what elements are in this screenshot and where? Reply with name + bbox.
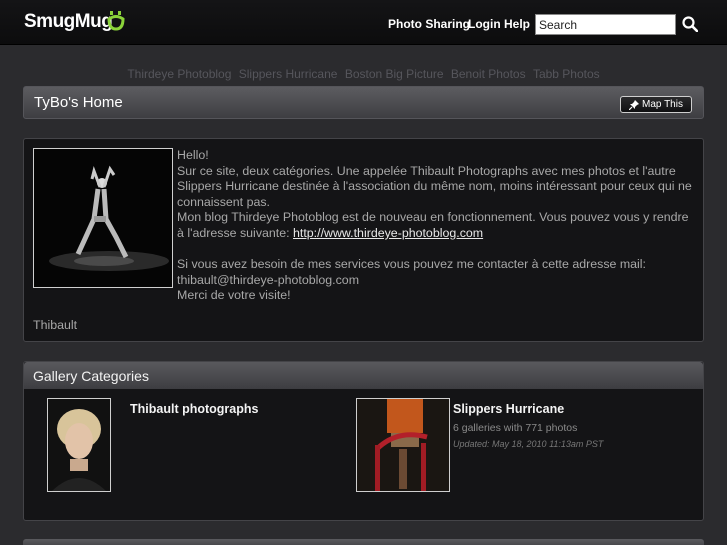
- nav-help[interactable]: Help: [504, 17, 530, 31]
- featured-links: Thirdeye Photoblog Slippers Hurricane Bo…: [0, 67, 727, 81]
- bio-line: Hello!: [177, 148, 209, 162]
- bio-panel: Hello! Sur ce site, deux catégories. Une…: [23, 138, 704, 342]
- link-benoit-photos[interactable]: Benoit Photos: [451, 67, 526, 81]
- category-updated: Updated: May 18, 2010 11:13am PST: [453, 439, 604, 449]
- thumb-thibault-photographs[interactable]: [47, 398, 111, 492]
- thumb-slippers-hurricane[interactable]: [356, 398, 450, 492]
- top-bar: SmugMug Photo Sharing Login Help: [0, 0, 727, 45]
- home-header: TyBo's Home Map This: [23, 86, 704, 119]
- page-title: TyBo's Home: [34, 94, 123, 111]
- category-count: 6 galleries with 771 photos: [453, 422, 578, 434]
- bio-line: Sur ce site, deux catégories. Une appelé…: [177, 163, 692, 209]
- slippers-photo: [357, 399, 449, 491]
- gallery-title: Gallery Categories: [33, 368, 149, 384]
- bio-text: Hello! Sur ce site, deux catégories. Une…: [177, 148, 697, 304]
- link-slippers-hurricane[interactable]: Slippers Hurricane: [239, 67, 338, 81]
- nav-login[interactable]: Login: [468, 17, 501, 31]
- bio-line: Merci de votre visite!: [177, 288, 291, 303]
- pin-icon: [629, 99, 640, 110]
- bio-line: Si vous avez besoin de mes services vous…: [177, 257, 647, 287]
- gallery-panel: Gallery Categories Thibault photographs …: [23, 361, 704, 521]
- category-thibault-photographs[interactable]: Thibault photographs: [130, 402, 258, 416]
- bio-line: Mon blog Thirdeye Photoblog est de nouve…: [177, 210, 689, 240]
- map-this-button[interactable]: Map This: [620, 96, 692, 113]
- portrait-photo: [48, 399, 110, 491]
- next-panel-header: [23, 539, 704, 545]
- blog-link[interactable]: http://www.thirdeye-photoblog.com: [293, 226, 483, 240]
- search-icon[interactable]: [682, 16, 698, 32]
- search-input[interactable]: [535, 14, 676, 35]
- nav-photo-sharing[interactable]: Photo Sharing: [388, 17, 470, 31]
- profile-photo: [33, 148, 173, 288]
- link-thirdeye-photoblog[interactable]: Thirdeye Photoblog: [127, 67, 231, 81]
- smugmug-logo[interactable]: SmugMug: [24, 11, 113, 33]
- signature: Thibault: [33, 318, 78, 332]
- gallery-header: Gallery Categories: [24, 362, 703, 389]
- link-tabb-photos[interactable]: Tabb Photos: [533, 67, 600, 81]
- dancer-photo: [34, 149, 172, 287]
- smile-icon: [107, 11, 125, 31]
- category-slippers-hurricane[interactable]: Slippers Hurricane: [453, 402, 564, 416]
- link-boston-big-picture[interactable]: Boston Big Picture: [345, 67, 444, 81]
- map-this-label: Map This: [642, 99, 683, 110]
